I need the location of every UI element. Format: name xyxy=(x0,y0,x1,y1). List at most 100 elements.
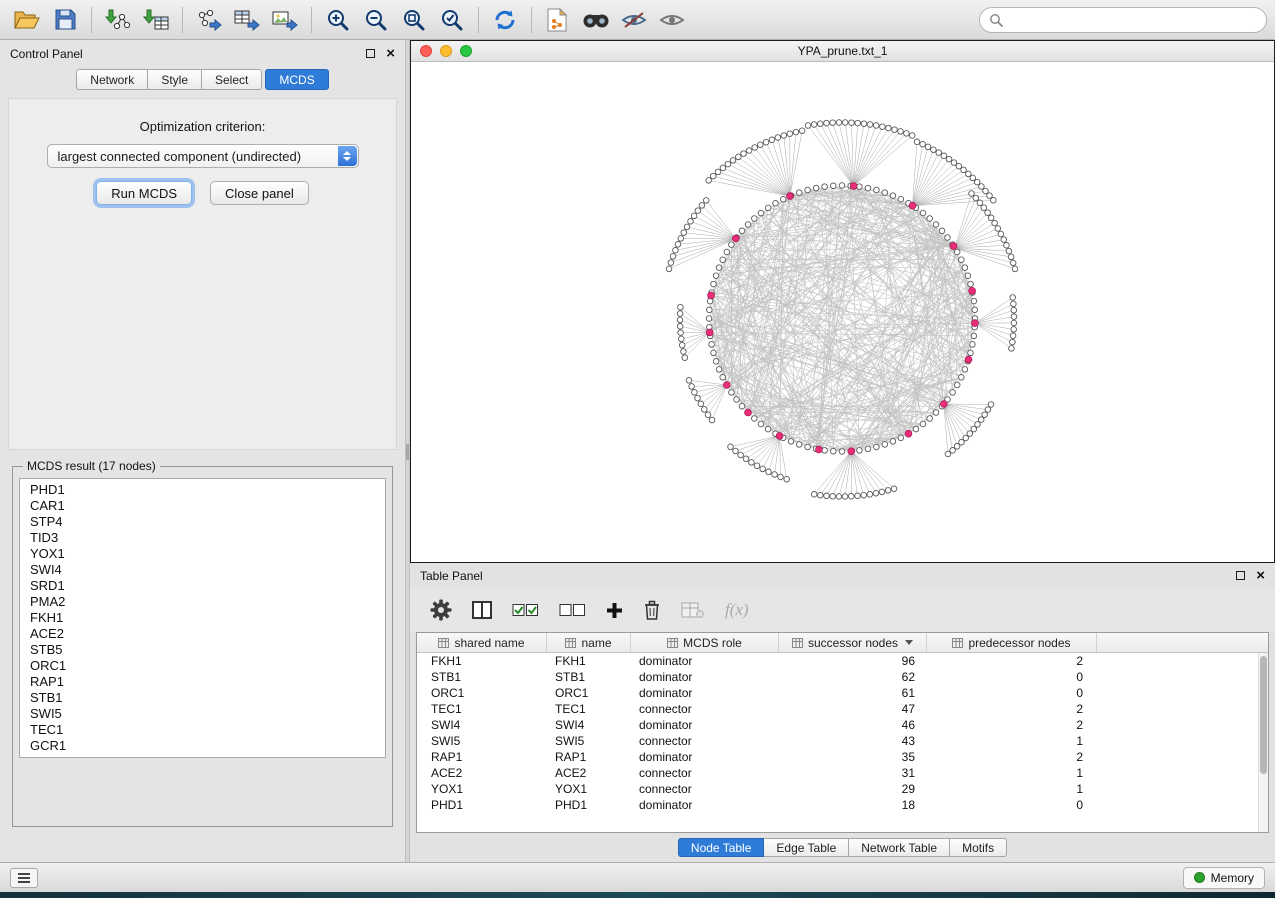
table-scrollbar[interactable] xyxy=(1258,653,1268,832)
column-header-mcds-role[interactable]: MCDS role xyxy=(631,633,779,652)
network-node[interactable] xyxy=(734,397,740,403)
network-node[interactable] xyxy=(682,355,688,361)
float-panel-icon[interactable] xyxy=(1236,571,1245,580)
network-node[interactable] xyxy=(991,198,997,204)
network-node[interactable] xyxy=(974,179,980,185)
network-node[interactable] xyxy=(799,128,805,134)
mcds-result-item[interactable]: TID3 xyxy=(20,530,385,546)
network-node[interactable] xyxy=(951,160,957,166)
network-node[interactable] xyxy=(927,416,933,422)
network-node[interactable] xyxy=(678,304,684,310)
dominator-node[interactable] xyxy=(905,430,912,437)
network-node[interactable] xyxy=(971,298,977,304)
network-node[interactable] xyxy=(971,333,977,339)
network-node[interactable] xyxy=(684,224,690,230)
network-node[interactable] xyxy=(836,494,842,500)
network-node[interactable] xyxy=(752,216,758,222)
dominator-node[interactable] xyxy=(909,202,916,209)
close-panel-icon[interactable]: × xyxy=(1256,571,1265,581)
network-node[interactable] xyxy=(988,215,994,221)
network-node[interactable] xyxy=(787,131,793,137)
network-node[interactable] xyxy=(778,474,784,480)
splitter-grip[interactable] xyxy=(406,444,409,460)
network-node[interactable] xyxy=(1010,295,1016,301)
network-node[interactable] xyxy=(709,342,715,348)
network-node[interactable] xyxy=(752,145,758,151)
network-node[interactable] xyxy=(890,193,896,199)
network-node[interactable] xyxy=(890,439,896,445)
network-node[interactable] xyxy=(818,492,824,498)
network-node[interactable] xyxy=(861,121,867,127)
dominator-node[interactable] xyxy=(848,448,855,455)
network-node[interactable] xyxy=(1010,260,1016,266)
network-node[interactable] xyxy=(954,249,960,255)
network-node[interactable] xyxy=(920,210,926,216)
mcds-result-item[interactable]: ORC1 xyxy=(20,658,385,674)
tab-mcds[interactable]: MCDS xyxy=(265,69,328,90)
table-row[interactable]: FKH1FKH1dominator962 xyxy=(417,653,1268,669)
network-node[interactable] xyxy=(909,133,915,139)
network-node[interactable] xyxy=(969,191,975,197)
save-session-button[interactable] xyxy=(46,4,84,36)
network-node[interactable] xyxy=(752,416,758,422)
network-node[interactable] xyxy=(985,407,991,413)
mcds-result-item[interactable]: CAR1 xyxy=(20,498,385,514)
network-node[interactable] xyxy=(781,133,787,139)
network-node[interactable] xyxy=(898,196,904,202)
network-node[interactable] xyxy=(818,121,824,127)
network-node[interactable] xyxy=(839,183,845,189)
dominator-node[interactable] xyxy=(708,292,715,299)
refresh-view-button[interactable] xyxy=(486,4,524,36)
network-node[interactable] xyxy=(738,452,744,458)
network-node[interactable] xyxy=(933,410,939,416)
network-node[interactable] xyxy=(839,449,845,455)
network-node[interactable] xyxy=(920,141,926,147)
network-node[interactable] xyxy=(1001,237,1007,243)
network-node[interactable] xyxy=(920,421,926,427)
network-node[interactable] xyxy=(681,349,687,355)
network-node[interactable] xyxy=(939,228,945,234)
network-node[interactable] xyxy=(758,421,764,427)
network-node[interactable] xyxy=(706,316,712,322)
network-node[interactable] xyxy=(874,444,880,450)
tab-network-table[interactable]: Network Table xyxy=(849,838,950,857)
network-node[interactable] xyxy=(720,257,726,263)
network-node[interactable] xyxy=(867,492,873,498)
close-window-icon[interactable] xyxy=(420,45,432,57)
network-node[interactable] xyxy=(867,122,873,128)
network-node[interactable] xyxy=(706,178,712,184)
network-node[interactable] xyxy=(733,448,739,454)
mcds-result-item[interactable]: ACE2 xyxy=(20,626,385,642)
network-node[interactable] xyxy=(691,213,697,219)
network-node[interactable] xyxy=(679,336,685,342)
network-node[interactable] xyxy=(716,367,722,373)
network-node[interactable] xyxy=(1010,333,1016,339)
mcds-result-item[interactable]: YOX1 xyxy=(20,546,385,562)
network-node[interactable] xyxy=(830,494,836,500)
tab-node-table[interactable]: Node Table xyxy=(678,838,765,857)
mcds-result-item[interactable]: TEC1 xyxy=(20,722,385,738)
network-node[interactable] xyxy=(1006,248,1012,254)
network-node[interactable] xyxy=(677,324,683,330)
network-node[interactable] xyxy=(933,222,939,228)
network-node[interactable] xyxy=(705,412,711,418)
zoom-fit-button[interactable] xyxy=(395,4,433,36)
network-node[interactable] xyxy=(865,185,871,191)
network-node[interactable] xyxy=(805,187,811,193)
network-node[interactable] xyxy=(880,124,886,130)
table-settings-button[interactable] xyxy=(430,599,452,621)
network-node[interactable] xyxy=(692,390,698,396)
share-document-button[interactable] xyxy=(539,4,577,36)
mcds-result-item[interactable]: STB5 xyxy=(20,642,385,658)
network-node[interactable] xyxy=(707,307,713,313)
panel-splitter[interactable] xyxy=(405,40,410,862)
network-node[interactable] xyxy=(749,460,755,466)
run-mcds-button[interactable]: Run MCDS xyxy=(96,181,192,205)
network-node[interactable] xyxy=(713,359,719,365)
network-node[interactable] xyxy=(946,156,952,162)
network-node[interactable] xyxy=(892,127,898,133)
network-node[interactable] xyxy=(788,439,794,445)
network-canvas[interactable] xyxy=(411,62,1274,562)
import-network-button[interactable] xyxy=(99,4,137,36)
network-node[interactable] xyxy=(962,265,968,271)
